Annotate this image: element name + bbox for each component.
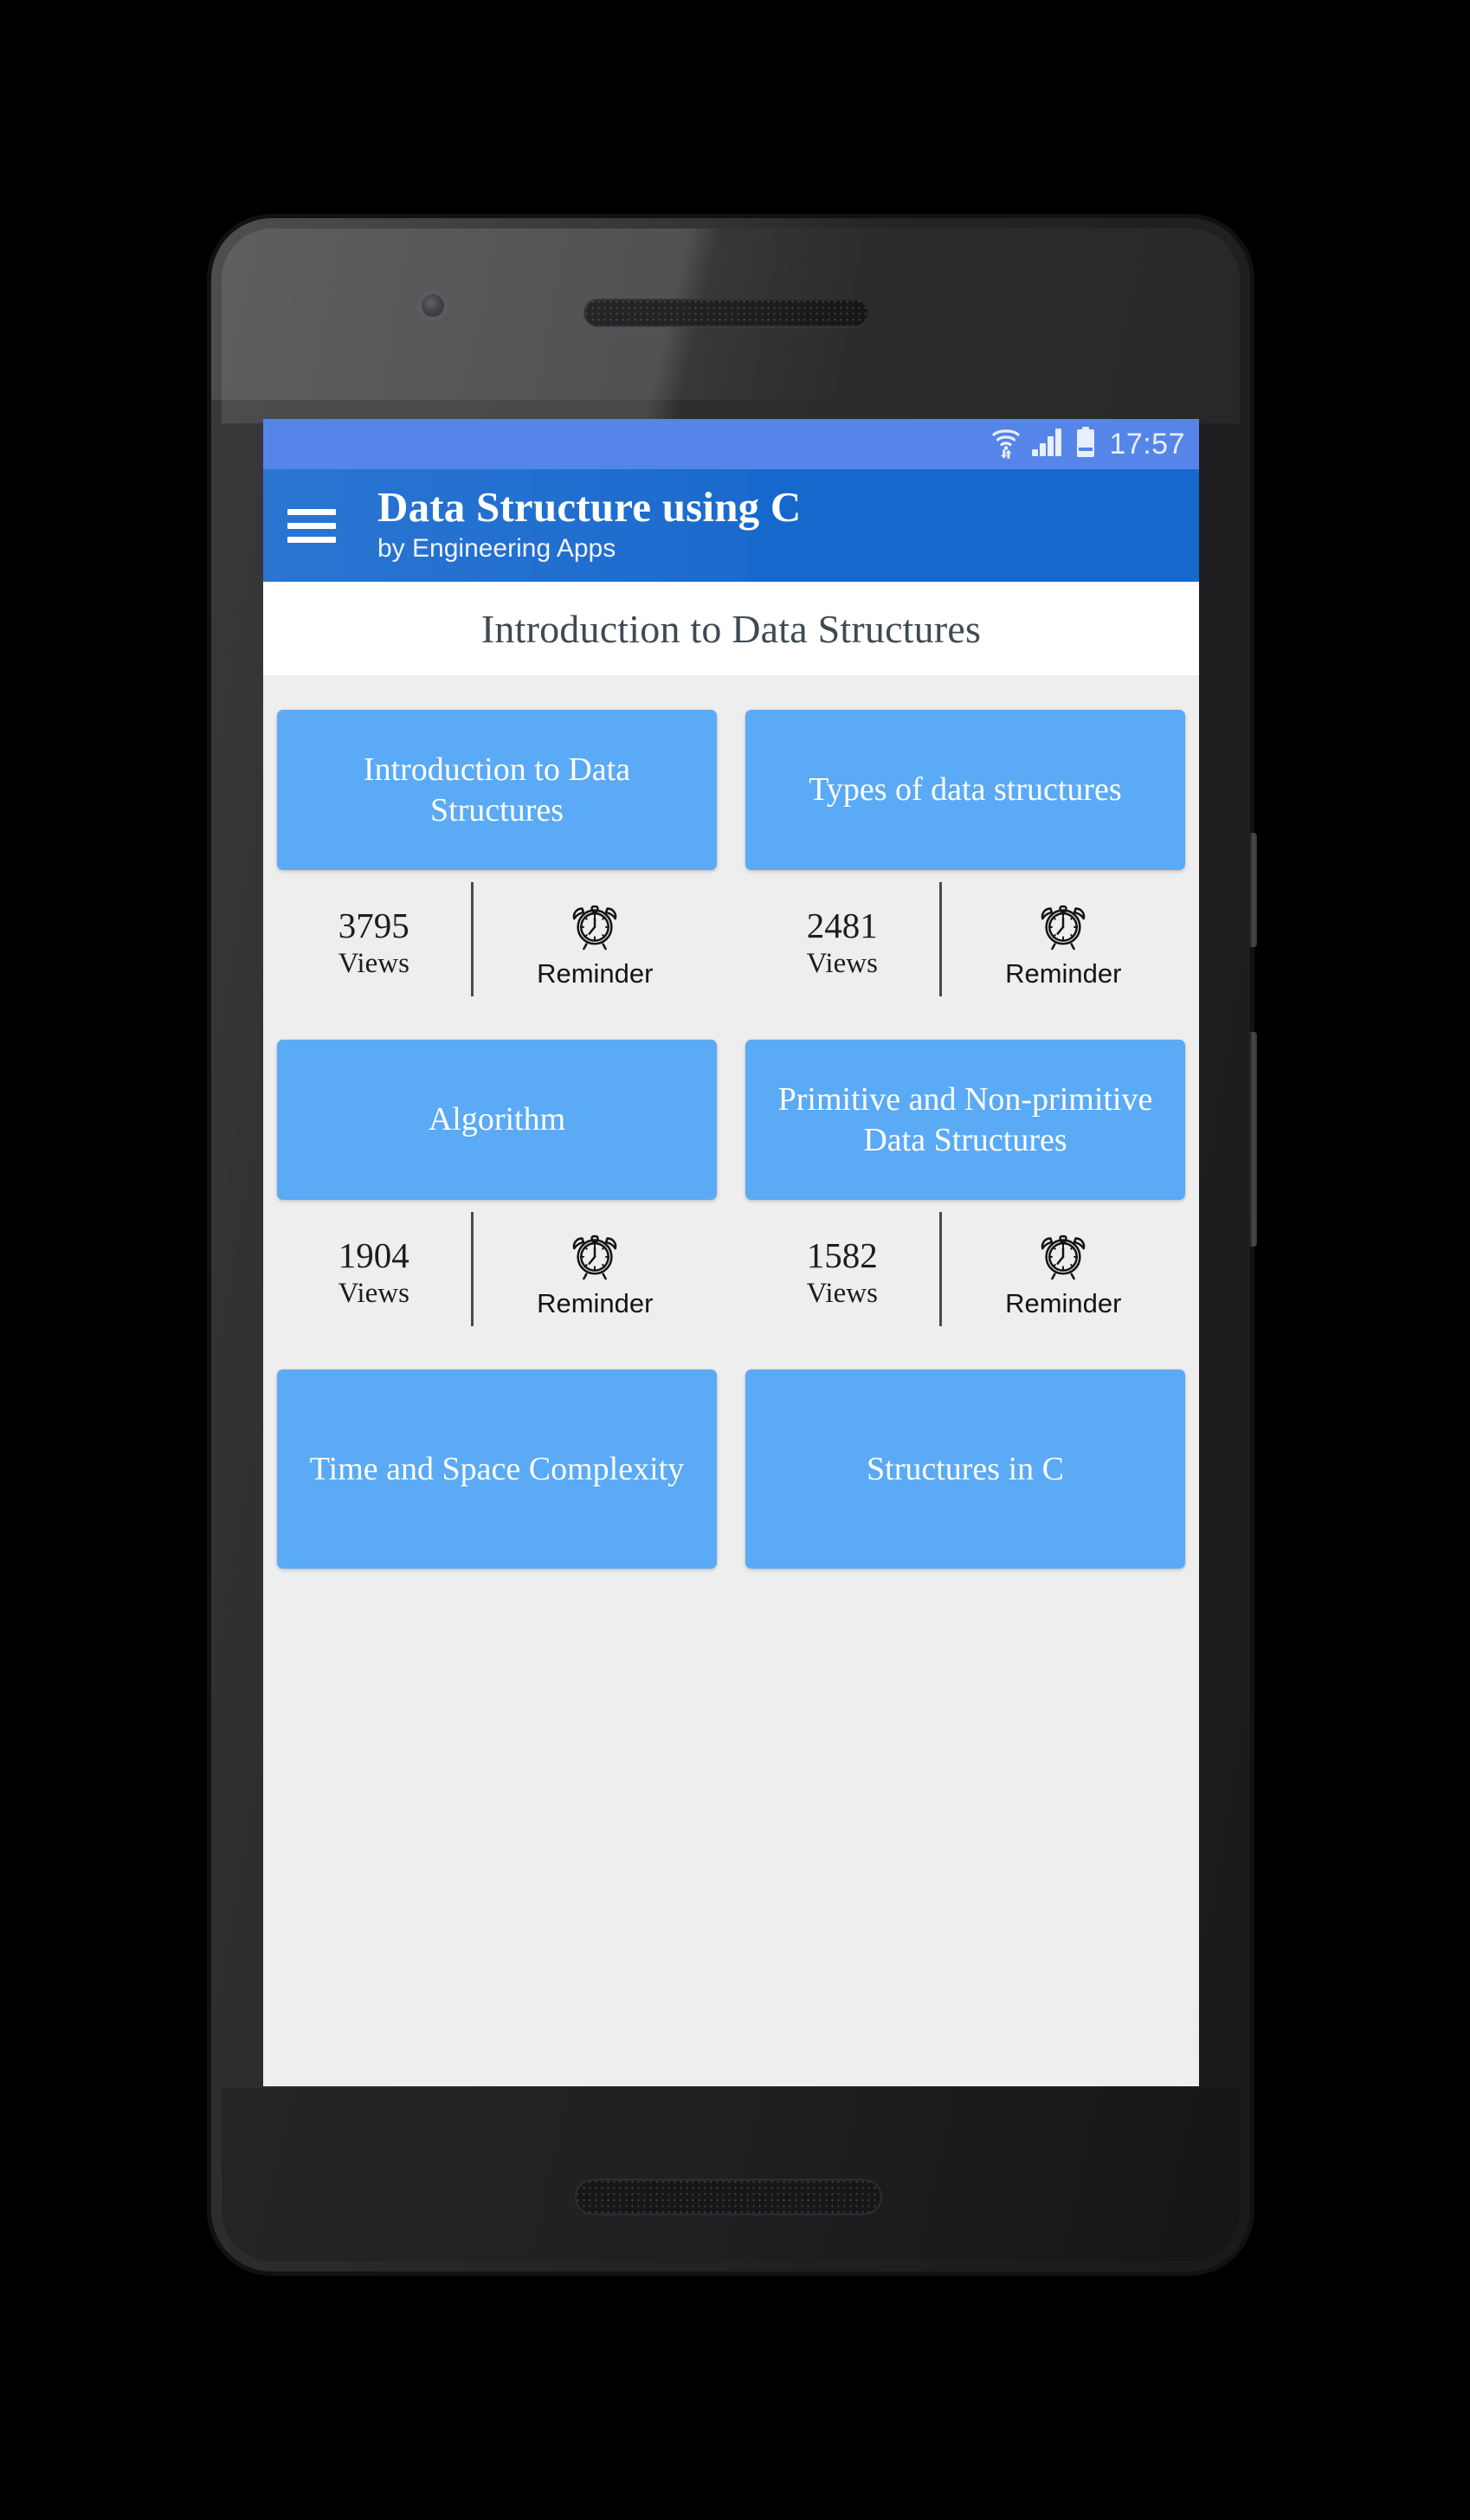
topic-card-title: Types of data structures	[809, 771, 1122, 809]
app-bar-text-group: Data Structure using C by Engineering Ap…	[377, 482, 802, 567]
status-bar: 17:57	[263, 419, 1199, 469]
topic-card[interactable]: Structures in C	[745, 1370, 1185, 1569]
battery-icon	[1076, 426, 1095, 462]
views-block: 1582 Views	[745, 1205, 939, 1335]
reminder-button[interactable]: Reminder	[474, 875, 717, 1005]
phone-front-glass-bottom	[222, 2088, 1240, 2261]
topic-row: Introduction to Data Structures 3795 Vie…	[277, 675, 1185, 1005]
topic-card-title: Primitive and Non-primitive Data Structu…	[777, 1081, 1153, 1158]
app-bar: Data Structure using C by Engineering Ap…	[263, 469, 1199, 582]
front-camera-icon	[422, 294, 444, 317]
topic-meta-row: 2481 Views Reminder	[745, 875, 1185, 1005]
hamburger-bar-1	[287, 508, 336, 515]
alarm-clock-icon	[1036, 1227, 1090, 1285]
views-label: Views	[806, 948, 878, 980]
reminder-button[interactable]: Reminder	[474, 1205, 717, 1335]
topic-card[interactable]: Introduction to Data Structures	[277, 710, 717, 870]
topic-cell: Structures in C	[745, 1370, 1185, 1569]
alarm-clock-icon	[1036, 897, 1090, 955]
topic-card[interactable]: Algorithm	[277, 1040, 717, 1200]
topic-meta-row: 1904 Views Reminder	[277, 1205, 717, 1335]
views-label: Views	[806, 1278, 878, 1310]
topic-card-title: Structures in C	[867, 1450, 1064, 1487]
bottom-speaker-grille	[575, 2179, 882, 2215]
topic-cell: Introduction to Data Structures 3795 Vie…	[277, 710, 717, 1005]
hamburger-menu-icon[interactable]	[287, 508, 348, 543]
volume-button[interactable]	[1249, 1032, 1257, 1247]
reminder-label: Reminder	[537, 957, 654, 989]
alarm-clock-icon	[568, 1227, 622, 1285]
earpiece-speaker	[583, 299, 869, 327]
topic-card-title: Algorithm	[428, 1101, 566, 1138]
views-block: 2481 Views	[745, 875, 939, 1005]
views-count: 1582	[806, 1235, 878, 1275]
topic-row: Time and Space Complexity Structures in …	[277, 1335, 1185, 1569]
reminder-label: Reminder	[1005, 957, 1122, 989]
reminder-label: Reminder	[1005, 1287, 1122, 1318]
section-header: Introduction to Data Structures	[263, 582, 1199, 675]
hamburger-bar-2	[287, 522, 336, 529]
app-subtitle: by Engineering Apps	[377, 533, 616, 563]
topic-card[interactable]: Time and Space Complexity	[277, 1370, 717, 1569]
app-title: Data Structure using C	[377, 482, 802, 531]
topic-cell: Algorithm 1904 Views Reminder	[277, 1040, 717, 1335]
views-count: 1904	[338, 1235, 409, 1275]
power-button[interactable]	[1249, 833, 1257, 947]
topic-cell: Types of data structures 2481 Views Remi…	[745, 710, 1185, 1005]
reminder-button[interactable]: Reminder	[942, 1205, 1185, 1335]
screenshot-stage: 17:57 Data Structure using C by Engineer…	[0, 0, 1470, 2520]
views-label: Views	[338, 1278, 409, 1310]
topic-card-title: Introduction to Data Structures	[363, 751, 631, 828]
reminder-label: Reminder	[537, 1287, 654, 1318]
wifi-icon	[991, 426, 1021, 463]
section-header-title: Introduction to Data Structures	[480, 606, 982, 651]
topic-grid: Introduction to Data Structures 3795 Vie…	[263, 675, 1199, 2086]
hamburger-bar-3	[287, 536, 336, 543]
topic-card[interactable]: Types of data structures	[745, 710, 1185, 870]
views-block: 1904 Views	[277, 1205, 471, 1335]
alarm-clock-icon	[568, 897, 622, 955]
topic-cell: Primitive and Non-primitive Data Structu…	[745, 1040, 1185, 1335]
signal-icon	[1031, 428, 1066, 461]
views-label: Views	[338, 948, 409, 980]
views-count: 3795	[338, 906, 409, 945]
reminder-button[interactable]: Reminder	[942, 875, 1185, 1005]
topic-card[interactable]: Primitive and Non-primitive Data Structu…	[745, 1040, 1185, 1200]
topic-cell: Time and Space Complexity	[277, 1370, 717, 1569]
topic-row: Algorithm 1904 Views Reminder Primitive …	[277, 1005, 1185, 1335]
phone-screen: 17:57 Data Structure using C by Engineer…	[263, 419, 1199, 2086]
topic-card-title: Time and Space Complexity	[309, 1450, 685, 1487]
views-block: 3795 Views	[277, 875, 471, 1005]
topic-meta-row: 1582 Views Reminder	[745, 1205, 1185, 1335]
views-count: 2481	[806, 906, 878, 945]
topic-meta-row: 3795 Views Reminder	[277, 875, 717, 1005]
status-bar-clock: 17:57	[1109, 427, 1185, 461]
